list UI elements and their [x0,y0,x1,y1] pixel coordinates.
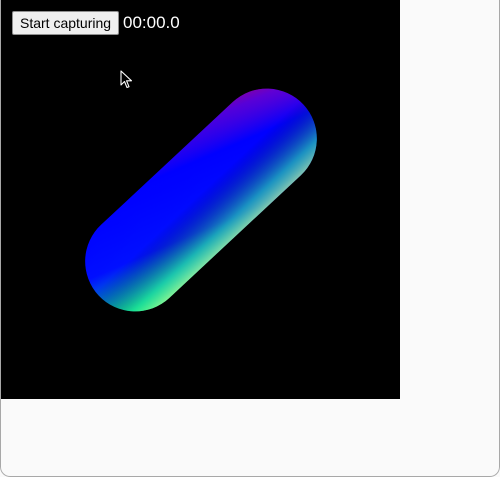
render-canvas[interactable]: Start capturing 00:00.0 [0,0,400,399]
capsule-3d-shape [85,88,317,312]
capture-timer: 00:00.0 [123,13,180,32]
mouse-pointer-icon [120,70,133,89]
start-capturing-button[interactable]: Start capturing [12,11,120,35]
app-window: Start capturing 00:00.0 [0,0,500,477]
page-background [400,0,500,399]
